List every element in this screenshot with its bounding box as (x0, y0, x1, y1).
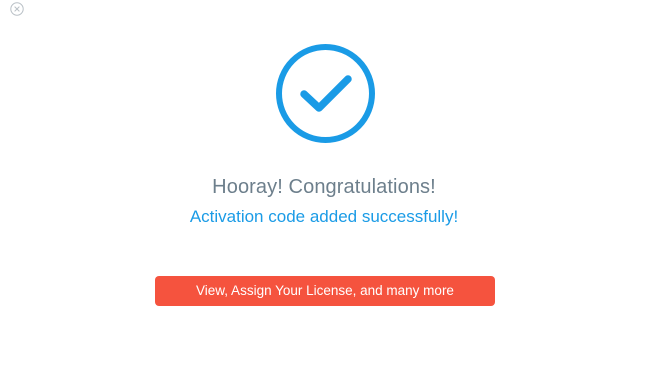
close-icon[interactable] (10, 2, 24, 16)
check-circle-icon (275, 43, 376, 144)
view-license-button[interactable]: View, Assign Your License, and many more (155, 276, 495, 306)
success-headline: Hooray! Congratulations! (212, 176, 436, 198)
activation-success-dialog: Hooray! Congratulations! Activation code… (0, 0, 648, 370)
success-message: Activation code added successfully! (189, 207, 459, 226)
